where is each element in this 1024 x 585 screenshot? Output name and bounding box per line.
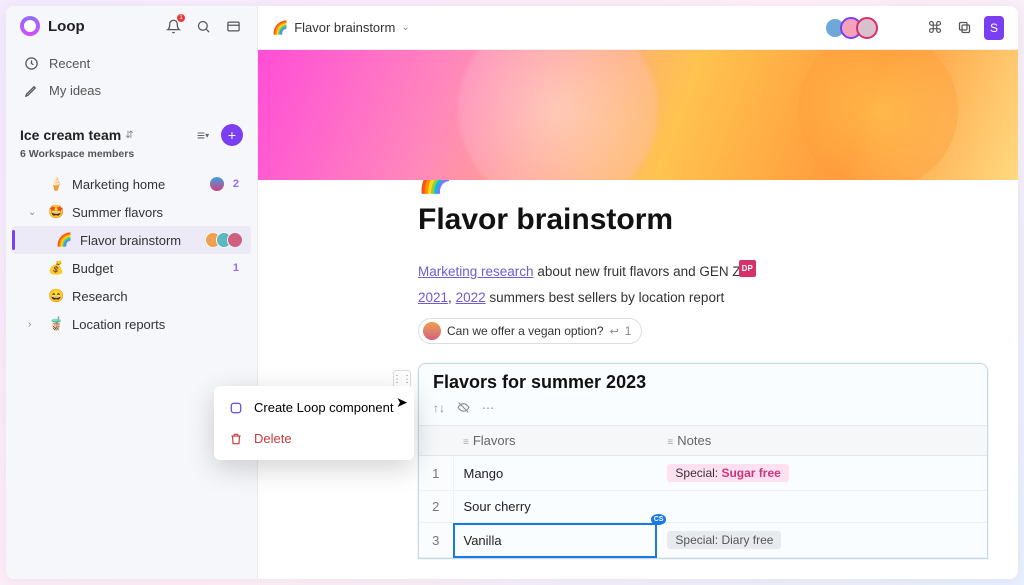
workspace-switch-icon[interactable]: ⇵ (125, 130, 133, 141)
cell-flavor-editing[interactable]: Vanilla (453, 523, 657, 558)
page-emoji-icon: 🌈 (272, 20, 288, 36)
cursor-icon: ➤ (396, 394, 408, 411)
presence-avatars (205, 232, 243, 248)
pencil-icon (24, 83, 39, 98)
tree-summer-flavors[interactable]: ⌄ 🤩 Summer flavors (12, 198, 251, 226)
sort-icon[interactable]: ↑↓ (433, 401, 445, 417)
column-notes[interactable]: ≡Notes (657, 426, 987, 456)
page-emoji-icon[interactable]: 🌈 (418, 180, 1018, 195)
ctx-delete[interactable]: Delete (214, 423, 414, 454)
notifications-icon[interactable]: 1 (163, 16, 183, 36)
link-2022[interactable]: 2022 (456, 290, 486, 305)
comment-chip[interactable]: Can we offer a vegan option? ↩ 1 (418, 318, 642, 344)
nav-my-ideas[interactable]: My ideas (14, 77, 249, 104)
text-column-icon: ≡ (463, 437, 469, 448)
cell-flavor[interactable]: Mango (453, 456, 657, 491)
workspace-title[interactable]: Ice cream team (20, 127, 121, 143)
main-area: 🌈 Flavor brainstorm ⌄ ⌘ S 🌈 (258, 6, 1018, 579)
hide-icon[interactable] (457, 401, 470, 417)
link-marketing-research[interactable]: Marketing research (418, 264, 534, 279)
cell-note[interactable]: Special: Sugar free (657, 456, 987, 491)
link-2021[interactable]: 2021 (418, 290, 448, 305)
block-toolbar: ↑↓ ⋯ (419, 397, 987, 425)
notification-badge: 1 (176, 13, 186, 23)
page-content[interactable]: 🌈 Flavor brainstorm Marketing research a… (258, 180, 1018, 579)
loop-logo-icon (20, 16, 40, 36)
copy-link-icon[interactable] (954, 17, 976, 39)
hero-cover[interactable] (258, 50, 1018, 180)
apps-icon[interactable]: ⌘ (924, 17, 946, 39)
more-icon[interactable]: ⋯ (482, 401, 494, 417)
add-page-button[interactable]: + (221, 124, 243, 146)
clock-icon (24, 56, 39, 71)
sort-icon[interactable]: ≡▾ (193, 125, 213, 145)
cell-flavor[interactable]: Sour cherry (453, 491, 657, 523)
tree-marketing-home[interactable]: 🍦 Marketing home 2 (12, 170, 251, 198)
breadcrumb[interactable]: 🌈 Flavor brainstorm ⌄ (272, 20, 410, 36)
inbox-icon[interactable] (223, 16, 243, 36)
live-cursor-tag: DP (739, 260, 756, 277)
share-button[interactable]: S (984, 16, 1004, 40)
search-icon[interactable] (193, 16, 213, 36)
cell-note[interactable]: Special: Diary free (657, 523, 987, 558)
brand[interactable]: Loop (20, 16, 85, 36)
nav-recent[interactable]: Recent (14, 50, 249, 77)
table-row[interactable]: 3 Vanilla Special: Diary free (419, 523, 987, 558)
table-row[interactable]: 2 Sour cherry (419, 491, 987, 523)
chevron-down-icon[interactable]: ⌄ (28, 207, 40, 218)
app-name: Loop (48, 18, 85, 35)
trash-icon (228, 432, 244, 446)
avatar (856, 17, 878, 39)
block-title[interactable]: Flavors for summer 2023 (419, 364, 987, 397)
loop-component-icon (228, 401, 244, 415)
flavors-table[interactable]: ≡Flavors ≡Notes 1 Mango Special: Sugar f… (419, 425, 987, 558)
chevron-down-icon[interactable]: ⌄ (401, 22, 409, 33)
table-row[interactable]: 1 Mango Special: Sugar free (419, 456, 987, 491)
context-menu: Create Loop component ➤ Delete (214, 386, 414, 460)
column-flavors[interactable]: ≡Flavors (453, 426, 657, 456)
sidebar: Loop 1 Recent My (6, 6, 258, 579)
loop-component[interactable]: ⋮⋮ Flavors for summer 2023 ↑↓ ⋯ ≡Flavors… (418, 363, 988, 559)
topbar: 🌈 Flavor brainstorm ⌄ ⌘ S (258, 6, 1018, 50)
workspace-members[interactable]: 6 Workspace members (6, 148, 257, 170)
tree-budget[interactable]: 💰 Budget 1 (12, 254, 251, 282)
reply-icon: ↩ (610, 325, 619, 338)
page-title[interactable]: Flavor brainstorm (418, 203, 1018, 237)
chevron-right-icon[interactable]: › (28, 319, 40, 330)
page-tree: 🍦 Marketing home 2 ⌄ 🤩 Summer flavors 🌈 … (6, 170, 257, 338)
tree-flavor-brainstorm[interactable]: 🌈 Flavor brainstorm (12, 226, 251, 254)
body-paragraph[interactable]: 2021, 2022 summers best sellers by locat… (418, 285, 898, 311)
avatar (423, 322, 441, 340)
text-column-icon: ≡ (667, 437, 673, 448)
tree-location-reports[interactable]: › 🧋 Location reports (12, 310, 251, 338)
cell-note[interactable] (657, 491, 987, 523)
presence-avatars (209, 176, 225, 192)
tree-research[interactable]: 😄 Research (12, 282, 251, 310)
ctx-create-loop-component[interactable]: Create Loop component ➤ (214, 392, 414, 423)
body-paragraph[interactable]: Marketing research about new fruit flavo… (418, 259, 898, 285)
presence-avatars[interactable] (830, 17, 878, 39)
